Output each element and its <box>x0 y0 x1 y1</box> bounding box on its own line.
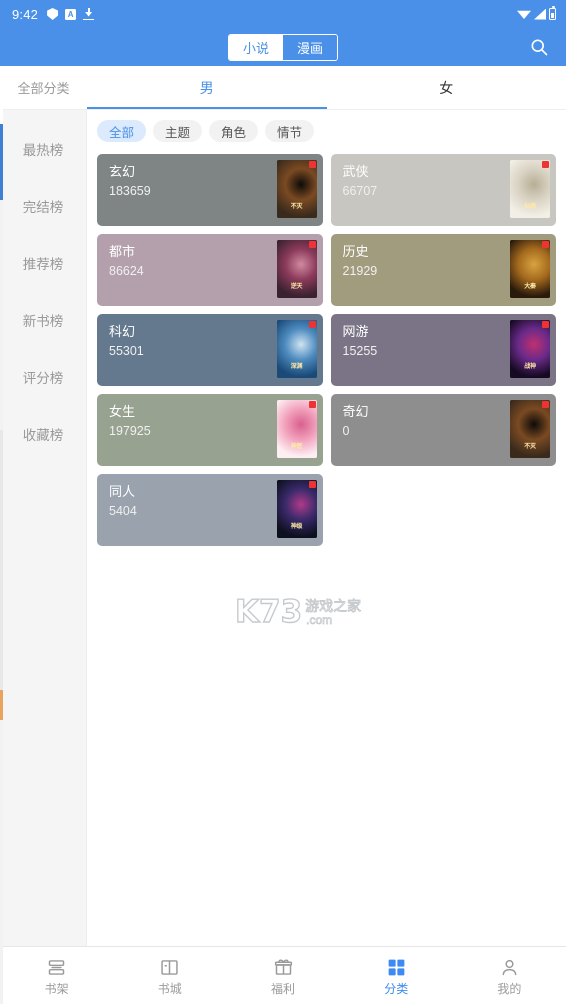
bottom-navigation: 书架 书城 福利 分类 我的 <box>0 946 566 1004</box>
sidebar-item-recommended[interactable]: 推荐榜 <box>0 234 86 291</box>
download-icon <box>83 8 95 20</box>
bookshelf-icon <box>46 956 68 978</box>
category-card-thumbnail: 逆天 <box>276 240 317 298</box>
sidebar-item-favorites[interactable]: 收藏榜 <box>0 405 86 462</box>
nav-label-mine: 我的 <box>497 982 522 996</box>
sidebar-item-rating[interactable]: 评分榜 <box>0 348 86 405</box>
tab-male[interactable]: 男 <box>87 66 327 109</box>
sidebar-item-new-books[interactable]: 新书榜 <box>0 291 86 348</box>
category-card-thumbnail: 不灭 <box>276 160 317 218</box>
category-card-thumbnail: 神级 <box>276 480 317 538</box>
thumbnail-title-text: 不灭 <box>290 204 303 210</box>
watermark-text-group: 游戏之家 .com <box>305 598 362 628</box>
filter-chip-role[interactable]: 角色 <box>209 120 259 142</box>
person-icon <box>498 956 520 978</box>
thumbnail-badge <box>308 401 316 408</box>
category-grid: 玄幻 183659 不灭 武侠 66707 仙缘 都市 86624 逆天 历史 21929 大秦 科幻 5… <box>97 154 556 546</box>
thumbnail-title-text: 神医 <box>290 444 303 450</box>
nav-item-benefits[interactable]: 福利 <box>226 947 339 1004</box>
thumbnail-badge <box>308 161 316 168</box>
gift-icon <box>272 956 294 978</box>
sidebar-item-completed[interactable]: 完结榜 <box>0 177 86 234</box>
status-bar: 9:42 A <box>0 0 566 28</box>
wifi-icon <box>517 10 531 19</box>
nav-item-bookstore[interactable]: 书城 <box>113 947 226 1004</box>
thumbnail-badge <box>542 401 549 408</box>
nav-label-categories: 分类 <box>384 982 409 996</box>
watermark-cn-text: 游戏之家 <box>305 598 362 615</box>
book-open-icon <box>159 956 181 978</box>
thumbnail-badge <box>542 241 549 248</box>
category-card[interactable]: 科幻 55301 深渊 <box>97 314 323 386</box>
category-card[interactable]: 历史 21929 大秦 <box>330 234 556 306</box>
category-card[interactable]: 女生 197925 神医 <box>97 394 323 466</box>
thumbnail-title-text: 逆天 <box>290 284 303 290</box>
search-icon[interactable] <box>526 34 552 60</box>
segment-comic[interactable]: 漫画 <box>283 34 337 60</box>
status-time: 9:42 <box>12 6 39 22</box>
filter-chip-all[interactable]: 全部 <box>97 120 147 142</box>
thumbnail-badge <box>542 321 549 328</box>
nav-label-bookstore: 书城 <box>157 982 182 996</box>
gender-tabs: 男 女 <box>87 66 566 109</box>
category-card[interactable]: 同人 5404 神级 <box>97 474 323 546</box>
a-box-icon: A <box>65 8 77 20</box>
category-card[interactable]: 都市 86624 逆天 <box>97 234 323 306</box>
rank-sidebar: 最热榜 完结榜 推荐榜 新书榜 评分榜 收藏榜 <box>0 110 87 946</box>
app-screen: 9:42 A 小说 漫画 全部分类 男 女 最热榜 完结榜 推荐榜 新书榜 评分… <box>0 0 566 1004</box>
category-card-thumbnail: 深渊 <box>276 320 317 378</box>
thumbnail-badge <box>308 321 316 328</box>
filter-chip-plot[interactable]: 情节 <box>265 120 315 142</box>
nav-item-mine[interactable]: 我的 <box>453 947 566 1004</box>
category-card[interactable]: 玄幻 183659 不灭 <box>97 154 323 226</box>
thumbnail-badge <box>308 481 316 488</box>
content-type-segmented-control[interactable]: 小说 漫画 <box>228 33 338 61</box>
screen-left-edge-strip <box>0 0 3 1004</box>
nav-item-categories[interactable]: 分类 <box>340 947 453 1004</box>
nav-label-bookshelf: 书架 <box>44 982 69 996</box>
signal-icon <box>534 8 546 20</box>
category-card-thumbnail: 大秦 <box>510 240 550 298</box>
watermark-domain-text: .com <box>306 613 333 628</box>
nav-label-benefits: 福利 <box>271 982 296 996</box>
category-card-thumbnail: 神医 <box>276 400 317 458</box>
category-tabs-bar: 全部分类 男 女 <box>0 66 566 110</box>
filter-chip-group: 全部 主题 角色 情节 <box>97 120 556 142</box>
segment-novel[interactable]: 小说 <box>229 34 283 60</box>
thumbnail-title-text: 大秦 <box>524 284 536 290</box>
app-bar: 小说 漫画 <box>0 28 566 66</box>
shield-icon <box>47 8 59 20</box>
thumbnail-title-text: 不灭 <box>524 444 536 450</box>
all-categories-label: 全部分类 <box>17 81 70 96</box>
sidebar-item-hottest[interactable]: 最热榜 <box>0 120 86 177</box>
tab-female[interactable]: 女 <box>327 66 566 109</box>
nav-item-bookshelf[interactable]: 书架 <box>0 947 113 1004</box>
site-watermark: K73 游戏之家 .com <box>234 594 362 630</box>
category-content-area: 全部 主题 角色 情节 玄幻 183659 不灭 武侠 66707 仙缘 都市 86624 逆天… <box>87 110 566 946</box>
thumbnail-title-text: 神级 <box>290 524 303 530</box>
category-card-thumbnail: 仙缘 <box>510 160 550 218</box>
page-body: 最热榜 完结榜 推荐榜 新书榜 评分榜 收藏榜 全部 主题 角色 情节 玄幻 18… <box>0 110 566 946</box>
thumbnail-badge <box>542 161 549 168</box>
thumbnail-badge <box>308 241 316 248</box>
thumbnail-title-text: 仙缘 <box>524 204 536 210</box>
category-card-thumbnail: 战神 <box>510 320 550 378</box>
filter-chip-theme[interactable]: 主题 <box>153 120 203 142</box>
status-left-icon-group: A <box>47 8 95 20</box>
battery-icon <box>549 6 556 20</box>
category-card-thumbnail: 不灭 <box>510 400 550 458</box>
thumbnail-title-text: 深渊 <box>290 364 303 370</box>
grid-icon <box>385 956 407 978</box>
category-card[interactable]: 网游 15255 战神 <box>330 314 556 386</box>
watermark-logo: K73 <box>234 594 303 630</box>
category-card[interactable]: 奇幻 0 不灭 <box>330 394 556 466</box>
category-card[interactable]: 武侠 66707 仙缘 <box>330 154 556 226</box>
thumbnail-title-text: 战神 <box>524 364 536 370</box>
status-right-icon-group <box>517 6 556 20</box>
